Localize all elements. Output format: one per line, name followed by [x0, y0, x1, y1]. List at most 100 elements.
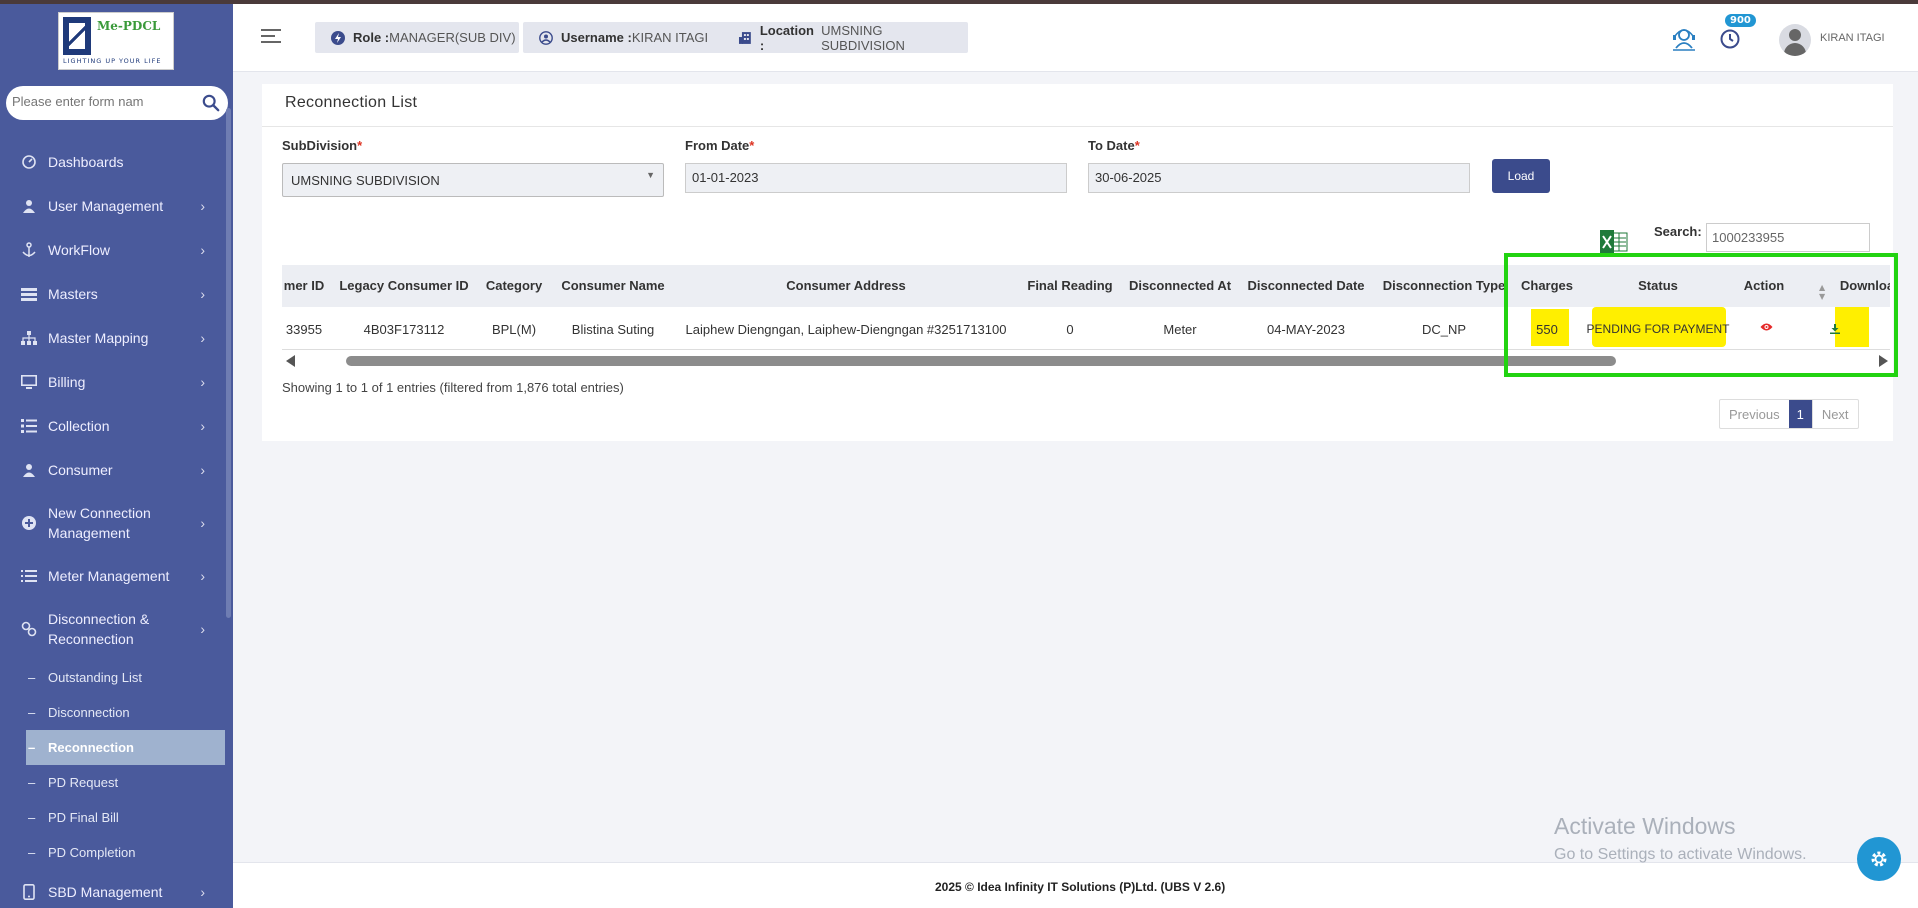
- user-icon: [20, 197, 38, 215]
- column-header[interactable]: Final Reading: [1027, 278, 1112, 293]
- sidebar-item-dashboards[interactable]: Dashboards: [0, 140, 225, 184]
- sidebar-subitem-pd-request[interactable]: – PD Request: [0, 765, 225, 800]
- page-footer: 2025 © Idea Infinity IT Solutions (P)Ltd…: [233, 862, 1918, 908]
- sidebar-subitem-outstanding-list[interactable]: – Outstanding List: [0, 660, 225, 695]
- table-cell: 04-MAY-2023: [1266, 322, 1346, 337]
- column-header[interactable]: Legacy Consumer ID: [339, 278, 468, 293]
- sidebar-subitem-pd-completion[interactable]: – PD Completion: [0, 835, 225, 870]
- table-cell: Blistina Suting: [571, 322, 655, 337]
- caret-down-icon: ▼: [646, 170, 655, 180]
- logo-brand: Me-PDCL: [97, 19, 161, 33]
- monitor-icon: [20, 373, 38, 391]
- column-header[interactable]: Category: [486, 278, 542, 293]
- sitemap-icon: [20, 329, 38, 347]
- from-date-input[interactable]: 01-01-2023: [685, 163, 1067, 193]
- page-1-button[interactable]: 1: [1788, 400, 1812, 428]
- phone-icon: [20, 883, 38, 901]
- chevron-right-icon: ›: [200, 462, 205, 478]
- sidebar-item-billing[interactable]: Billing ›: [0, 360, 225, 404]
- chevron-right-icon: ›: [200, 198, 205, 214]
- sidebar-subitem-pd-final-bill[interactable]: – PD Final Bill: [0, 800, 225, 835]
- gear-icon: [1871, 851, 1887, 867]
- sidebar-item-label: Billing: [48, 374, 86, 390]
- sidebar-search-input[interactable]: [12, 94, 202, 109]
- sidebar-item-master-mapping[interactable]: Master Mapping ›: [0, 316, 225, 360]
- sidebar-item-label: Dashboards: [48, 154, 124, 170]
- table-cell: 0: [1066, 322, 1074, 337]
- chevron-right-icon: ›: [200, 374, 205, 390]
- chevron-right-icon: ›: [200, 330, 205, 346]
- clock-icon[interactable]: [1719, 28, 1741, 50]
- sidebar-item-label: User Management: [48, 198, 164, 214]
- next-page-button[interactable]: Next: [1811, 400, 1858, 428]
- chevron-right-icon: ›: [200, 568, 205, 584]
- column-header[interactable]: Consumer Address: [786, 278, 905, 293]
- bolt-circle-icon: [331, 30, 345, 45]
- column-header[interactable]: Consumer Name: [561, 278, 664, 293]
- sidebar-item-user-management[interactable]: User Management ›: [0, 184, 225, 228]
- excel-export-icon[interactable]: [1600, 230, 1628, 254]
- role-value: MANAGER(SUB DIV): [389, 30, 516, 45]
- scroll-left-arrow-icon[interactable]: [286, 355, 295, 367]
- plus-circle-icon: [20, 514, 38, 532]
- previous-page-button[interactable]: Previous: [1720, 400, 1789, 428]
- chevron-right-icon: ›: [200, 515, 205, 531]
- logo-mark: [63, 17, 91, 55]
- user-icon: [20, 461, 38, 479]
- sidebar-item-label: Disconnection & Reconnection: [48, 611, 150, 647]
- column-header[interactable]: Disconnected At: [1129, 278, 1231, 293]
- sidebar-item-workflow[interactable]: WorkFlow ›: [0, 228, 225, 272]
- sidebar-item-label: Meter Management: [48, 568, 170, 584]
- location-chip: Location : UMSNING SUBDIVISION: [722, 22, 968, 53]
- from-date-label: From Date*: [685, 138, 755, 153]
- support-agent-icon[interactable]: [1670, 26, 1698, 54]
- list-icon: [20, 285, 38, 303]
- sidebar-item-label: Master Mapping: [48, 330, 149, 346]
- chevron-right-icon: ›: [200, 418, 205, 434]
- sidebar-item-collection[interactable]: Collection ›: [0, 404, 225, 448]
- sidebar-item-masters[interactable]: Masters ›: [0, 272, 225, 316]
- copyright-text: 2025 © Idea Infinity IT Solutions (P)Ltd…: [935, 880, 1226, 894]
- sidebar-item-label: Consumer: [48, 462, 113, 478]
- top-header: Role : MANAGER(SUB DIV) Username : KIRAN I…: [233, 4, 1918, 72]
- sidebar-menu: Dashboards User Management › WorkFlow › …: [0, 140, 225, 908]
- app-logo[interactable]: Me-PDCL LIGHTING UP YOUR LIFE: [58, 12, 174, 70]
- sidebar-subitem-disconnection[interactable]: – Disconnection: [0, 695, 225, 730]
- sidebar-scrollbar[interactable]: [226, 108, 231, 618]
- anchor-icon: [20, 241, 38, 259]
- subdivision-label: SubDivision*: [282, 138, 363, 153]
- windows-watermark-subtitle: Go to Settings to activate Windows.: [1554, 846, 1807, 863]
- sidebar-item-new-connection[interactable]: New Connection Management ›: [0, 492, 225, 554]
- page-title: Reconnection List: [285, 94, 418, 111]
- sidebar-item-label: New Connection Management: [48, 505, 151, 541]
- pagination: Previous 1 Next: [1719, 399, 1859, 429]
- load-button[interactable]: Load: [1492, 159, 1550, 193]
- table-search-input[interactable]: 1000233955: [1706, 223, 1870, 252]
- sidebar-subitem-reconnection[interactable]: – Reconnection: [26, 730, 225, 765]
- table-cell: 4B03F173112: [363, 322, 445, 337]
- sidebar-item-label: Collection: [48, 418, 110, 434]
- column-header[interactable]: Disconnection Type: [1383, 278, 1506, 293]
- role-chip: Role : MANAGER(SUB DIV): [315, 22, 519, 53]
- header-user-name[interactable]: KIRAN ITAGI: [1820, 32, 1885, 44]
- table-cell: BPL(M): [491, 322, 537, 337]
- logo-tagline: LIGHTING UP YOUR LIFE: [63, 57, 162, 65]
- column-header[interactable]: mer ID: [284, 278, 324, 293]
- hamburger-menu-icon[interactable]: [261, 29, 281, 43]
- settings-button[interactable]: [1857, 837, 1901, 881]
- list-check-icon: [20, 417, 38, 435]
- sidebar-item-meter-management[interactable]: Meter Management ›: [0, 554, 225, 598]
- avatar[interactable]: [1779, 24, 1811, 56]
- sidebar-item-sbd-management[interactable]: SBD Management ›: [0, 870, 225, 908]
- sidebar-item-disconnection-reconnection[interactable]: Disconnection & Reconnection ›: [0, 598, 225, 660]
- to-date-input[interactable]: 30-06-2025: [1088, 163, 1470, 193]
- sidebar: Me-PDCL LIGHTING UP YOUR LIFE Dashboards…: [0, 4, 233, 908]
- sidebar-item-consumer[interactable]: Consumer ›: [0, 448, 225, 492]
- subdivision-select[interactable]: UMSNING SUBDIVISION ▼: [282, 163, 664, 197]
- scrollbar-thumb[interactable]: [346, 356, 1616, 366]
- sidebar-item-label: SBD Management: [48, 884, 163, 900]
- column-header[interactable]: Disconnected Date: [1247, 278, 1364, 293]
- dashboard-icon: [20, 153, 38, 171]
- link-icon: [20, 620, 38, 638]
- search-icon[interactable]: [202, 94, 220, 112]
